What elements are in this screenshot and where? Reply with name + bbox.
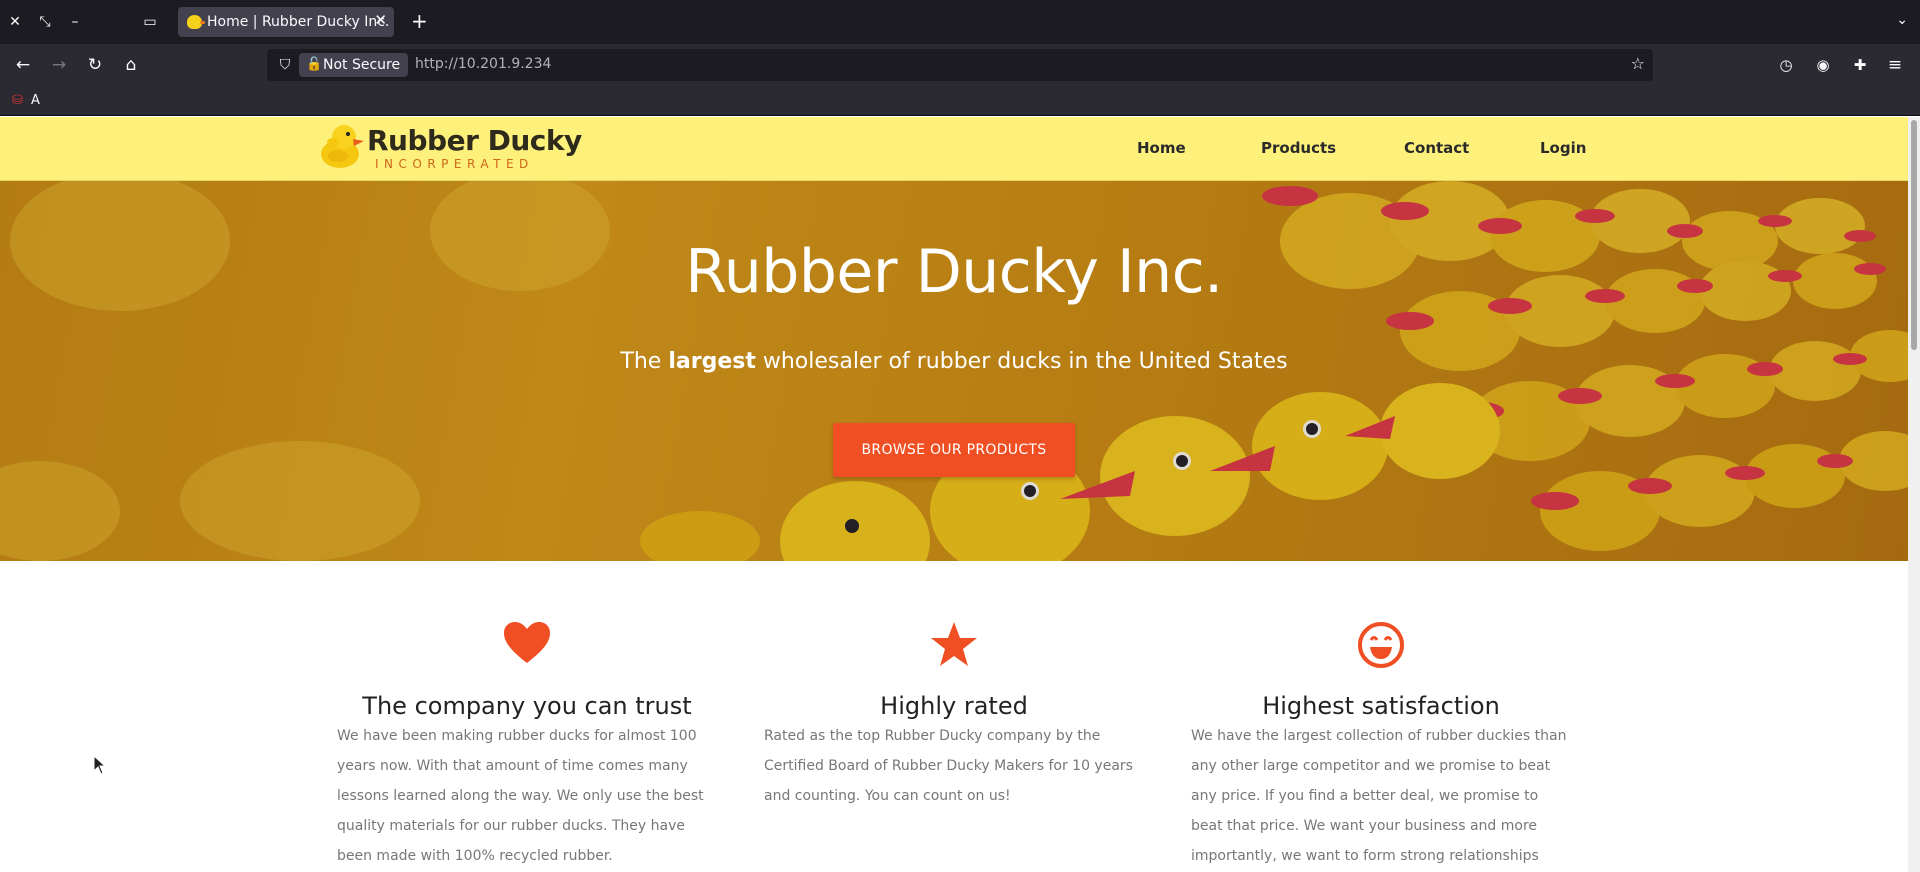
smile-icon [1191, 621, 1571, 671]
screenshot-camera-icon[interactable]: ◉ [1812, 54, 1834, 76]
feature-title: The company you can trust [362, 692, 692, 720]
url-text[interactable]: http://10.201.9.234 [415, 56, 551, 72]
close-window-icon[interactable]: ✕ [4, 11, 26, 33]
hero-tagline: The largest wholesaler of rubber ducks i… [0, 349, 1908, 374]
tab-groups-icon[interactable]: ▭ [139, 11, 161, 33]
new-tab-icon[interactable]: + [411, 9, 428, 33]
feature-text: We have been making rubber ducks for alm… [337, 728, 704, 864]
bookmark-favicon-icon: ⛁ [12, 93, 23, 108]
extensions-puzzle-icon[interactable]: ✚ [1849, 54, 1871, 76]
duck-favicon-icon [187, 15, 205, 29]
browse-products-button[interactable]: BROWSE OUR PRODUCTS [833, 423, 1075, 477]
site-header: Rubber Ducky INCORPERATED Home Products … [0, 117, 1908, 181]
close-tab-icon[interactable]: ✕ [374, 11, 387, 29]
tab-strip: ✕ ⤡ – ▭ Home | Rubber Ducky Inc. ✕ + ⌄ [0, 0, 1920, 44]
back-arrow-icon[interactable]: ← [12, 54, 34, 76]
page-scrollbar[interactable] [1908, 117, 1920, 872]
star-icon [764, 621, 1144, 671]
forward-arrow-icon[interactable]: → [48, 54, 70, 76]
not-secure-badge[interactable]: 🔓 Not Secure [299, 53, 409, 77]
feature-title: Highly rated [880, 692, 1028, 720]
insecure-lock-icon: 🔓 [306, 57, 323, 72]
hamburger-menu-icon[interactable]: ≡ [1884, 54, 1906, 76]
feature-text: Rated as the top Rubber Ducky company by… [764, 728, 1133, 804]
restore-window-icon[interactable]: ⤡ [34, 11, 56, 33]
address-bar[interactable]: ⛉ 🔓 Not Secure http://10.201.9.234 ☆ [267, 49, 1653, 81]
feature-title: Highest satisfaction [1262, 692, 1500, 720]
hero-title: Rubber Ducky Inc. [685, 237, 1223, 307]
history-clock-icon[interactable]: ◷ [1775, 54, 1797, 76]
nav-contact-link[interactable]: Contact [1404, 139, 1469, 157]
logo-brand-name: Rubber Ducky [367, 124, 582, 157]
tagline-bold: largest [668, 349, 756, 374]
bookmark-item[interactable]: A [31, 93, 40, 108]
chevron-down-icon[interactable]: ⌄ [1896, 12, 1908, 28]
hero-banner: Rubber Ducky Inc. The largest wholesaler… [0, 181, 1908, 561]
nav-login-link[interactable]: Login [1540, 139, 1586, 157]
tagline-post: wholesaler of rubber ducks in the United… [762, 349, 1288, 374]
tagline-pre: The [620, 349, 662, 374]
home-icon[interactable]: ⌂ [120, 54, 142, 76]
feature-text: We have the largest collection of rubber… [1191, 728, 1567, 864]
not-secure-label: Not Secure [323, 57, 401, 73]
page-viewport: Rubber Ducky INCORPERATED Home Products … [0, 117, 1908, 872]
duck-logo-icon [321, 125, 364, 168]
tab-title: Home | Rubber Ducky Inc. [207, 14, 390, 30]
reload-icon[interactable]: ↻ [84, 54, 106, 76]
mouse-cursor-icon [93, 755, 107, 775]
bookmarks-toolbar: ⛁ A [0, 86, 1920, 116]
minimize-window-icon[interactable]: – [64, 11, 86, 33]
site-logo[interactable]: Rubber Ducky INCORPERATED [320, 122, 582, 174]
navigation-toolbar: ← → ↻ ⌂ ⛉ 🔓 Not Secure http://10.201.9.2… [0, 44, 1920, 86]
heart-icon [337, 621, 717, 671]
nav-products-link[interactable]: Products [1261, 139, 1336, 157]
nav-home-link[interactable]: Home [1137, 139, 1186, 157]
features-section: The company you can trust We have been m… [0, 561, 1908, 872]
bookmark-star-icon[interactable]: ☆ [1631, 54, 1645, 73]
logo-subtitle: INCORPERATED [375, 157, 534, 171]
browser-tab-active[interactable]: Home | Rubber Ducky Inc. ✕ [178, 7, 394, 37]
shield-icon[interactable]: ⛉ [275, 55, 295, 75]
scrollbar-thumb[interactable] [1911, 120, 1917, 350]
